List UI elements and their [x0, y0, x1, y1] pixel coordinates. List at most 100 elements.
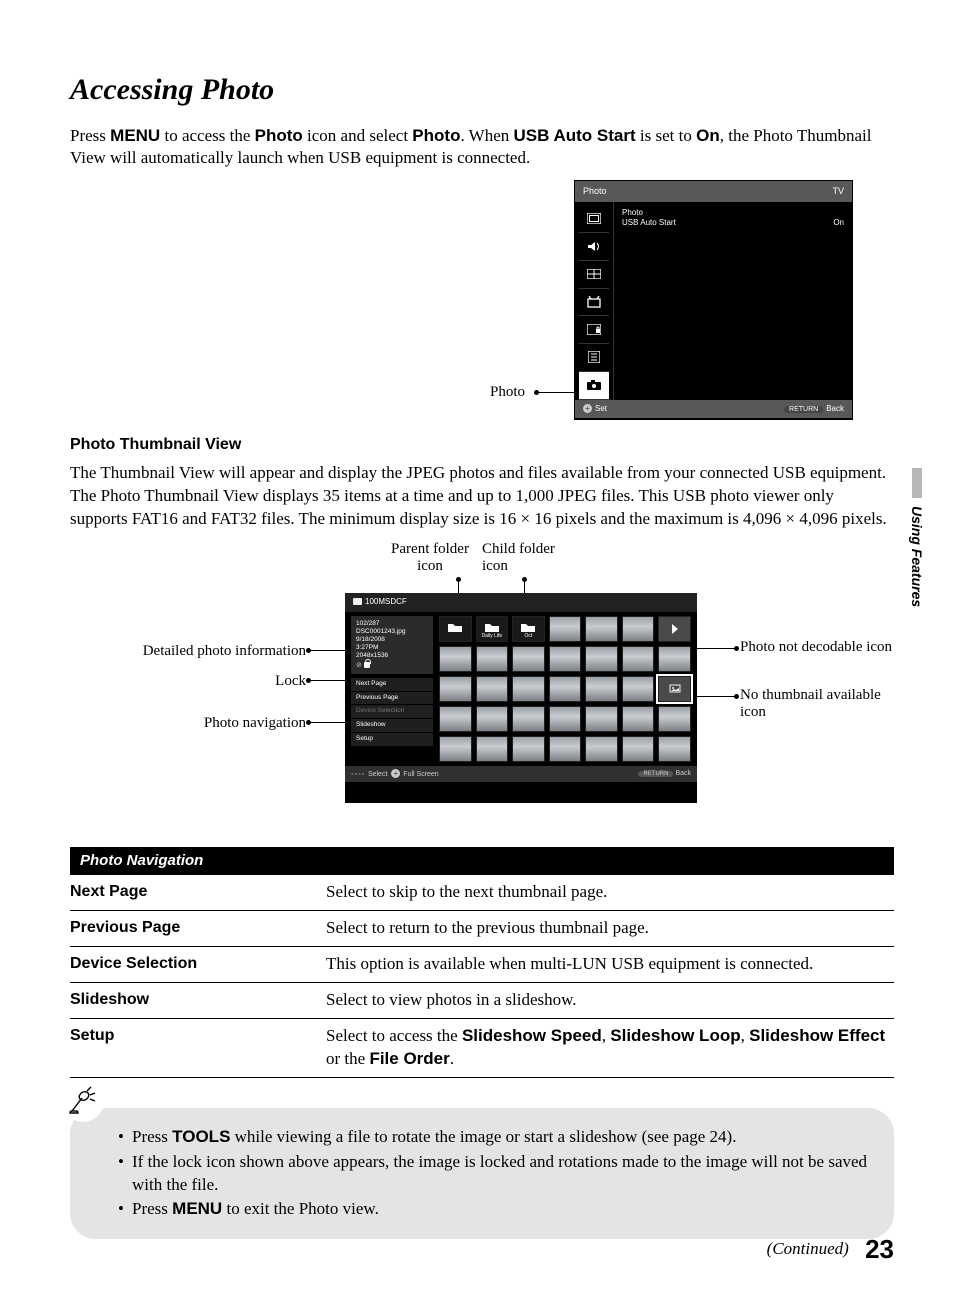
info-time: 3:27PM: [356, 644, 428, 652]
callout-detail-info: Detailed photo information: [106, 641, 306, 661]
plus-icon: +: [583, 404, 592, 413]
thumbnail: [622, 616, 655, 642]
not-decodable-icon: [658, 616, 691, 642]
footer-full: Full Screen: [403, 771, 438, 778]
thumbnail: [439, 736, 472, 762]
side-tab: Using Features: [907, 468, 926, 607]
child-folder-icon: Daily Life: [476, 616, 509, 642]
nav-item: Slideshow: [351, 719, 433, 733]
menu-screen-figure: Photo Photo TV Photo: [70, 180, 894, 420]
thumbnail: [476, 646, 509, 672]
table-row: Next PageSelect to skip to the next thum…: [70, 875, 894, 910]
thumbnail: [585, 736, 618, 762]
callout-parent-folder: Parent folder icon: [384, 541, 476, 576]
sound-icon: [579, 233, 609, 261]
thumbnail: [622, 706, 655, 732]
nav-item: Device Selection: [351, 705, 433, 719]
menu-source: TV: [832, 185, 844, 197]
subhead-thumbnail-view: Photo Thumbnail View: [70, 434, 894, 456]
info-date: 9/18/2008: [356, 636, 428, 644]
intro-paragraph: Press MENU to access the Photo icon and …: [70, 125, 894, 171]
menu-item-usb-auto-start: USB Auto Start: [622, 218, 676, 229]
table-row: Device SelectionThis option is available…: [70, 946, 894, 982]
thumbnail: [622, 646, 655, 672]
footer-back: Back: [826, 404, 844, 413]
photo-navigation-table: Photo Navigation Next PageSelect to skip…: [70, 847, 894, 1078]
table-header: Photo Navigation: [70, 847, 894, 875]
menu-icon-column: [575, 202, 614, 400]
page-number: 23: [865, 1234, 894, 1264]
footer-back: Back: [675, 770, 691, 777]
tv-menu-screenshot: Photo TV Photo USB Auto Start: [574, 180, 853, 420]
table-row: SlideshowSelect to view photos in a slid…: [70, 982, 894, 1018]
channel-icon: [579, 289, 609, 317]
thumbnail: [512, 646, 545, 672]
section-title: Accessing Photo: [70, 70, 894, 111]
parent-folder-icon: [439, 616, 472, 642]
thumbnail-grid: Daily Life Oct: [439, 616, 691, 762]
table-row: Setup Select to access the Slideshow Spe…: [70, 1018, 894, 1077]
callout-photo-navigation: Photo navigation: [106, 713, 306, 733]
thumbnail-view-figure: Parent folder icon Child folder icon Det…: [70, 541, 894, 841]
thumbnail: [439, 676, 472, 702]
screen-icon: [579, 261, 609, 289]
thumbnail: [585, 646, 618, 672]
thumbnail-paragraph: The Thumbnail View will appear and displ…: [70, 462, 894, 531]
thumbnail: [585, 706, 618, 732]
thumbnail: [622, 736, 655, 762]
footer-select: Select: [368, 771, 387, 778]
thumbnail: [439, 646, 472, 672]
return-pill: RETURN: [784, 406, 823, 413]
lamp-icon: [62, 1080, 104, 1122]
info-counter: 102/287: [356, 620, 428, 628]
parental-icon: [579, 316, 609, 344]
thumbnail: [512, 706, 545, 732]
manual-page: Using Features Accessing Photo Press MEN…: [0, 0, 954, 1297]
thumbnail: [549, 646, 582, 672]
return-pill: RETURN: [638, 771, 673, 777]
photo-nav-box: Next Page Previous Page Device Selection…: [351, 678, 433, 747]
thumbnail: [549, 706, 582, 732]
thumbnail: [585, 676, 618, 702]
nav-item: Setup: [351, 733, 433, 747]
callout-child-folder: Child folder icon: [482, 541, 574, 576]
tip-box: Press TOOLS while viewing a file to rota…: [70, 1108, 894, 1240]
tip-item: Press TOOLS while viewing a file to rota…: [118, 1126, 876, 1149]
nav-item: Previous Page: [351, 692, 433, 706]
thumbnail: [476, 706, 509, 732]
menu-item-usb-auto-start-value: On: [833, 218, 844, 229]
menu-item-photo: Photo: [622, 208, 676, 219]
child-folder-icon: Oct: [512, 616, 545, 642]
plus-icon: +: [391, 769, 400, 778]
side-tab-label: Using Features: [907, 506, 926, 607]
thumbnail: [476, 736, 509, 762]
picture-icon: [579, 206, 609, 234]
tv-path: 100MSDCF: [365, 597, 407, 606]
setup-icon: [579, 344, 609, 372]
continued-label: (Continued): [767, 1239, 849, 1258]
thumbnail: [658, 706, 691, 732]
camera-icon: [353, 598, 362, 605]
callout-lock: Lock: [106, 671, 306, 691]
callout-no-thumb: No thumbnail available icon: [740, 687, 894, 722]
thumbnail: [549, 736, 582, 762]
callout-not-decodable: Photo not decodable icon: [740, 639, 892, 656]
thumbnail: [512, 676, 545, 702]
thumbnail: [658, 646, 691, 672]
tip-item: Press MENU to exit the Photo view.: [118, 1198, 876, 1221]
photo-info-box: 102/287 DSC0001243.jpg 9/18/2008 3:27PM …: [351, 616, 433, 674]
thumbnail: [549, 616, 582, 642]
thumbnail: [439, 706, 472, 732]
nav-item: Next Page: [351, 678, 433, 692]
info-filename: DSC0001243.jpg: [356, 628, 428, 636]
thumbnail: [585, 616, 618, 642]
thumbnail: [476, 676, 509, 702]
tip-item: If the lock icon shown above appears, th…: [118, 1151, 876, 1197]
page-footer: (Continued) 23: [767, 1232, 894, 1267]
table-row: Previous PageSelect to return to the pre…: [70, 910, 894, 946]
thumbnail-view-screenshot: 100MSDCF 102/287 DSC0001243.jpg 9/18/200…: [345, 593, 697, 803]
thumbnail: [622, 676, 655, 702]
menu-title: Photo: [583, 185, 607, 197]
no-thumbnail-icon: [658, 676, 691, 702]
thumbnail: [549, 676, 582, 702]
